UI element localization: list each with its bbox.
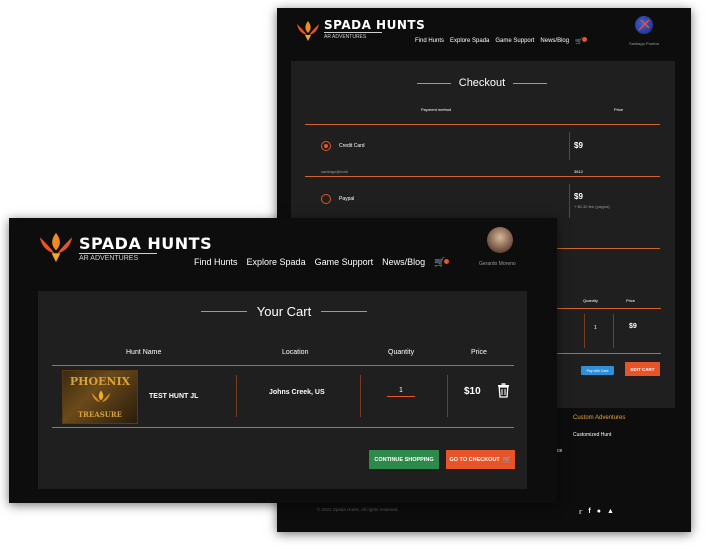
cart-title: Your Cart (256, 304, 312, 319)
paypal-label[interactable]: Paypal (339, 196, 354, 202)
avatar[interactable] (635, 16, 653, 34)
divider (236, 375, 237, 417)
android-icon[interactable]: ▲ (607, 508, 614, 516)
divider (557, 353, 661, 354)
cart-window: SPADA HUNTS AR ADVENTURES Find Hunts Exp… (9, 218, 557, 503)
nav-news-blog[interactable]: News/Blog (540, 38, 569, 45)
phoenix-logo-icon (39, 232, 73, 263)
brand-name: SPADA HUNTS (79, 234, 213, 253)
nav-game-support[interactable]: Game Support (315, 257, 374, 268)
trash-icon[interactable] (497, 383, 510, 398)
edit-cart-button[interactable]: EDIT CART (625, 362, 660, 376)
checkout-button-label: GO TO CHECKOUT (449, 456, 500, 463)
card-holder-text: santiago@mail (321, 169, 348, 174)
payment-method-header: Payment method (421, 107, 452, 112)
hunt-location: Johns Creek, US (269, 389, 325, 396)
cart-icon: 🛒 (502, 456, 512, 464)
cart-badge (444, 259, 450, 264)
go-to-checkout-button[interactable]: GO TO CHECKOUT 🛒 (446, 450, 515, 469)
credit-card-price: $9 (574, 141, 583, 150)
footer-fragment: ce (557, 448, 563, 454)
pay-with-card-button[interactable]: Pay with Card (581, 366, 614, 375)
nav-game-support[interactable]: Game Support (495, 38, 534, 45)
card-digits: 3612 (574, 169, 583, 174)
avatar[interactable] (487, 227, 513, 253)
checkout-quantity: 1 (594, 325, 597, 331)
phoenix-emblem-icon (91, 390, 111, 403)
brand-name: SPADA HUNTS (324, 18, 426, 32)
cart-icon[interactable]: 🛒 (575, 37, 587, 45)
user-name[interactable]: Santiago Prueba (629, 41, 659, 46)
hunt-thumbnail[interactable]: PHOENIX TREASURE (62, 370, 138, 424)
cart-icon[interactable]: 🛒 (434, 257, 450, 268)
price-header-2: Price (626, 298, 636, 303)
brand-logo[interactable]: SPADA HUNTS AR ADVENTURES (37, 228, 212, 264)
facebook-icon[interactable]: f (588, 508, 590, 516)
nav-explore-spada[interactable]: Explore Spada (450, 38, 489, 45)
nav-find-hunts[interactable]: Find Hunts (194, 257, 238, 268)
paypal-fee: + $0.30 fee (paypal) (574, 204, 610, 209)
nav-news-blog[interactable]: News/Blog (382, 257, 425, 268)
quantity-header: Quantity (583, 298, 598, 303)
main-nav: Find Hunts Explore Spada Game Support Ne… (415, 37, 588, 45)
divider (613, 314, 614, 348)
divider (360, 375, 361, 417)
divider (447, 375, 448, 417)
footer-link-customized-hunt[interactable]: Customized Hunt (573, 432, 611, 438)
divider (569, 132, 570, 160)
nav-explore-spada[interactable]: Explore Spada (247, 257, 306, 268)
quantity-input[interactable] (387, 385, 415, 397)
item-price: $10 (464, 386, 481, 397)
divider (52, 365, 514, 366)
continue-shopping-button[interactable]: CONTINUE SHOPPING (369, 450, 439, 469)
avatar-image-icon (638, 19, 650, 31)
cart-heading: Your Cart (194, 304, 374, 319)
divider (557, 308, 661, 309)
checkout-title: Checkout (458, 77, 506, 89)
location-header: Location (282, 349, 309, 356)
user-name[interactable]: Gerardo Moreno (479, 261, 516, 267)
quantity-header: Quantity (388, 349, 415, 356)
hunt-name-header: Hunt Name (126, 349, 162, 356)
thumb-subtitle: TREASURE (77, 410, 123, 419)
divider (52, 427, 514, 428)
copyright-text: © 2021 Spada Hunts. All rights reserved. (317, 507, 399, 512)
divider (584, 314, 585, 348)
divider (305, 124, 660, 125)
main-nav: Find Hunts Explore Spada Game Support Ne… (194, 257, 450, 268)
footer-heading: Custom Adventures (573, 415, 626, 421)
twitter-icon[interactable]: 𝕣 (579, 508, 582, 516)
paypal-radio[interactable] (321, 194, 331, 204)
hunt-name[interactable]: TEST HUNT JL (149, 393, 198, 400)
cart-badge (581, 37, 587, 42)
brand-tagline: AR ADVENTURES (79, 253, 157, 262)
divider (305, 176, 660, 177)
social-links: 𝕣 f ● ▲ (579, 508, 614, 516)
checkout-heading: Checkout (417, 77, 547, 89)
divider (569, 184, 570, 218)
paypal-price: $9 (574, 192, 583, 201)
phoenix-logo-icon (297, 21, 319, 41)
nav-find-hunts[interactable]: Find Hunts (415, 38, 444, 45)
brand-logo[interactable]: SPADA HUNTS AR ADVENTURES (295, 18, 425, 42)
checkout-row-price: $9 (629, 323, 637, 330)
price-header: Price (614, 107, 624, 112)
apple-icon[interactable]: ● (597, 508, 601, 516)
thumb-title: PHOENIX (69, 375, 131, 388)
brand-tagline: AR ADVENTURES (324, 32, 382, 40)
credit-card-label[interactable]: Credit Card (339, 143, 365, 149)
price-header: Price (471, 349, 487, 356)
credit-card-radio[interactable] (321, 141, 331, 151)
